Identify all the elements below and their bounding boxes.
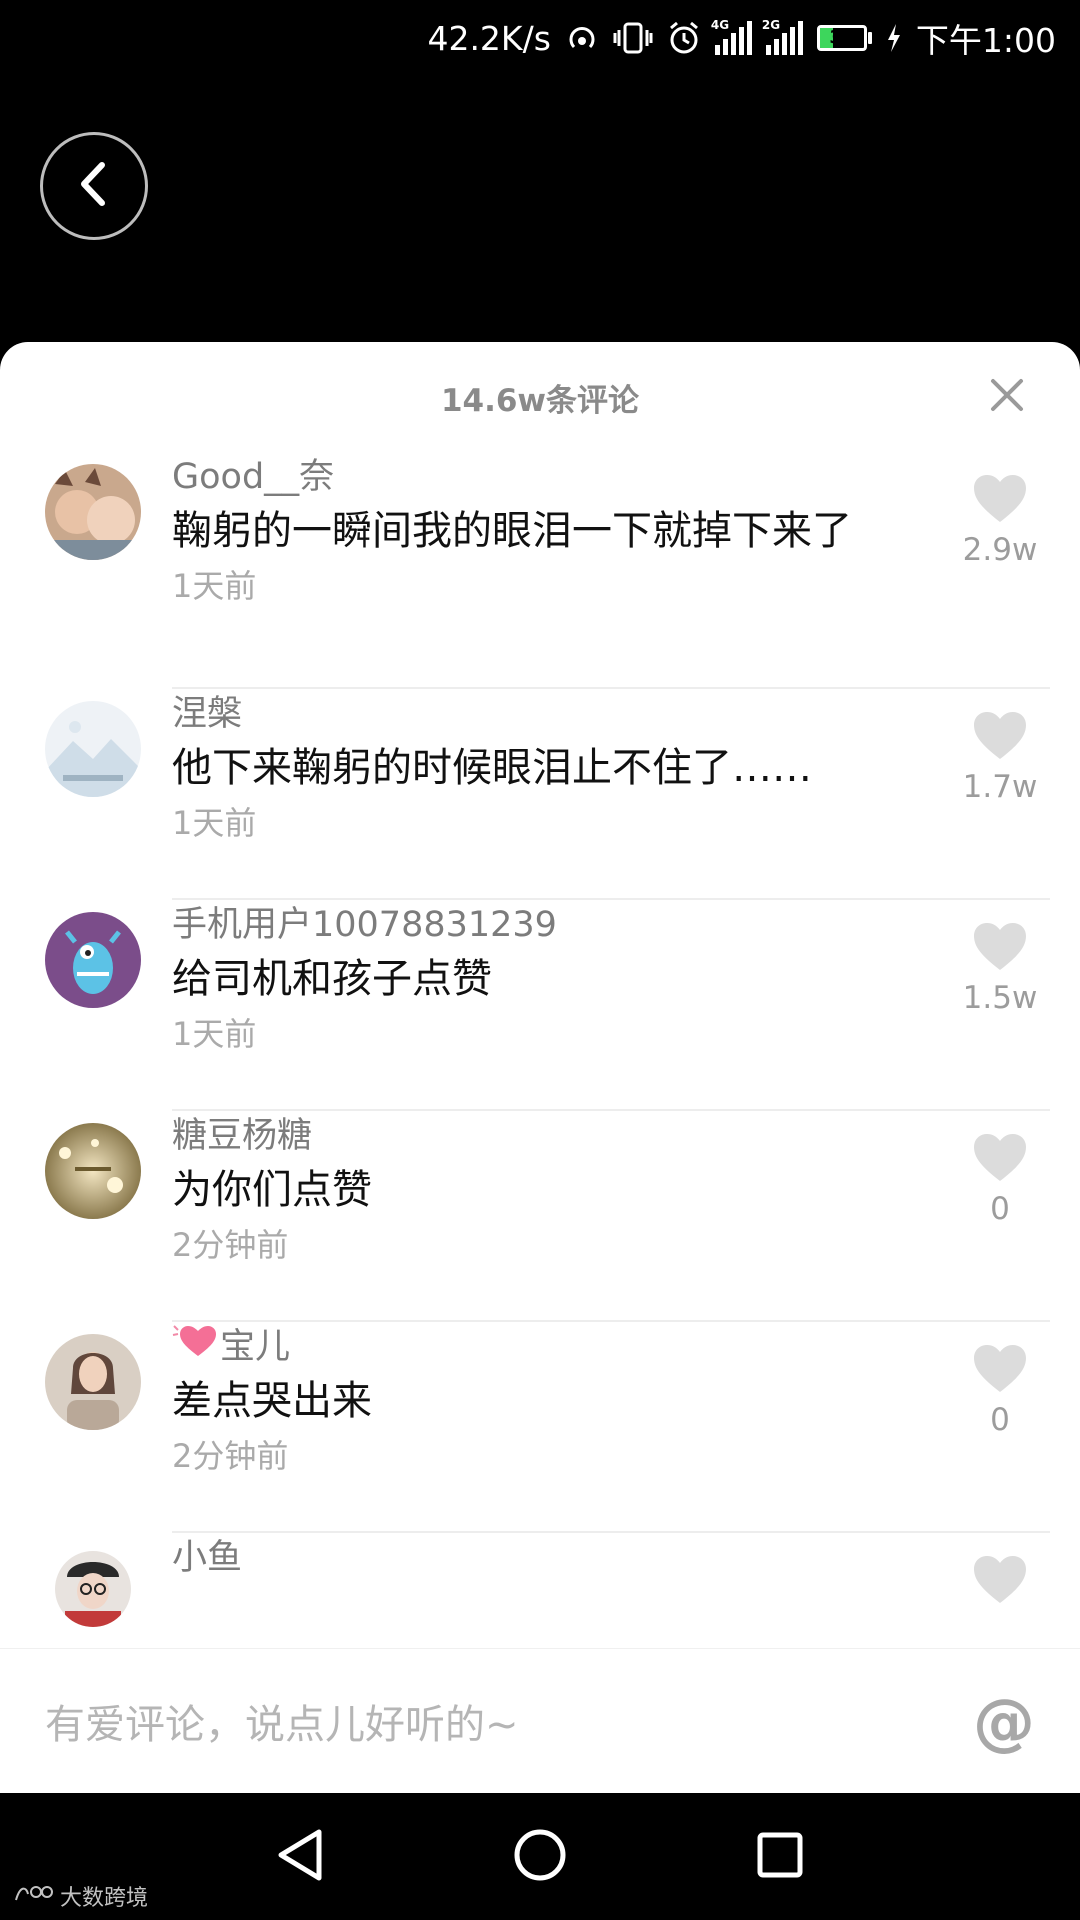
like-button[interactable]: 2.9w bbox=[950, 474, 1050, 568]
avatar[interactable] bbox=[45, 464, 141, 560]
like-button[interactable]: 1.5w bbox=[950, 922, 1050, 1016]
comment-username[interactable]: 手机用户10078831239 bbox=[172, 900, 872, 950]
like-count: 1.7w bbox=[962, 769, 1038, 805]
comment-text: 给司机和孩子点赞 bbox=[172, 956, 492, 1002]
comment-text: 他下来鞠躬的时候眼泪止不住了…… bbox=[172, 745, 812, 791]
heart-icon bbox=[972, 712, 1028, 765]
navigation-bar: 大数跨境 bbox=[0, 1793, 1080, 1920]
heart-icon bbox=[972, 923, 1028, 976]
comment-text: 鞠躬的一瞬间我的眼泪一下就掉下来了 bbox=[172, 508, 852, 554]
square-recents-icon bbox=[756, 1831, 804, 1883]
avatar[interactable] bbox=[45, 912, 141, 1008]
like-button[interactable]: 0 bbox=[950, 1344, 1050, 1438]
circle-home-icon bbox=[513, 1828, 567, 1886]
comment-item: Good__奈 鞠躬的一瞬间我的眼泪一下就掉下来了 1天前 2.9w bbox=[0, 452, 1080, 689]
comment-time: 2分钟前 bbox=[172, 1226, 289, 1264]
vibrate-icon bbox=[613, 21, 653, 55]
comment-item: 手机用户10078831239 给司机和孩子点赞 1天前 1.5w bbox=[0, 900, 1080, 1111]
comment-username[interactable]: Good__奈 bbox=[172, 452, 872, 502]
comment-body: 糖豆杨糖 为你们点赞 2分钟前 bbox=[172, 1111, 872, 1267]
avatar[interactable] bbox=[45, 1123, 141, 1219]
avatar[interactable] bbox=[45, 701, 141, 797]
signal-4g-icon: 4G bbox=[711, 19, 752, 55]
comment-text: 差点哭出来 bbox=[172, 1378, 372, 1424]
like-count: 0 bbox=[990, 1402, 1010, 1438]
nav-home-button[interactable] bbox=[512, 1829, 568, 1885]
alarm-icon bbox=[667, 21, 701, 55]
battery-icon: 30 bbox=[816, 25, 872, 51]
comment-username[interactable]: 小鱼 bbox=[172, 1533, 872, 1583]
comment-item: 小鱼 bbox=[0, 1533, 1080, 1648]
avatar[interactable] bbox=[45, 1334, 141, 1430]
comment-count-title: 14.6w条评论 bbox=[440, 382, 640, 419]
comment-list[interactable]: Good__奈 鞠躬的一瞬间我的眼泪一下就掉下来了 1天前 2.9w 涅槃 他下… bbox=[0, 452, 1080, 1648]
comment-item: 涅槃 他下来鞠躬的时候眼泪止不住了…… 1天前 1.7w bbox=[0, 689, 1080, 900]
nav-back-button[interactable] bbox=[272, 1829, 328, 1885]
like-button[interactable] bbox=[950, 1555, 1050, 1609]
comment-time: 1天前 bbox=[172, 567, 257, 605]
network-speed: 42.2K/s bbox=[427, 18, 551, 58]
triangle-back-icon bbox=[275, 1828, 325, 1886]
status-bar: 42.2K/s 4G 2G 30 下午1:00 bbox=[0, 0, 1080, 76]
comment-username[interactable]: 宝儿 bbox=[172, 1322, 872, 1372]
like-count: 0 bbox=[990, 1191, 1010, 1227]
mention-button[interactable]: @ bbox=[973, 1685, 1035, 1758]
heart-icon bbox=[972, 1345, 1028, 1398]
heart-icon bbox=[972, 475, 1028, 528]
comment-body: Good__奈 鞠躬的一瞬间我的眼泪一下就掉下来了 1天前 bbox=[172, 452, 872, 608]
watermark-logo-icon bbox=[14, 1882, 54, 1910]
charging-icon bbox=[886, 23, 902, 53]
comment-username[interactable]: 涅槃 bbox=[172, 689, 872, 739]
comments-sheet: 14.6w条评论 Good__奈 鞠躬的一瞬间我的眼泪一下就掉下来了 1天前 2… bbox=[0, 342, 1080, 1793]
avatar[interactable] bbox=[55, 1551, 131, 1627]
close-icon bbox=[990, 378, 1024, 416]
back-button[interactable] bbox=[40, 132, 148, 240]
chevron-left-icon bbox=[74, 159, 114, 213]
comment-text: 为你们点赞 bbox=[172, 1167, 372, 1213]
comment-body: 小鱼 bbox=[172, 1533, 872, 1585]
watermark: 大数跨境 bbox=[14, 1880, 148, 1912]
comment-time: 1天前 bbox=[172, 804, 257, 842]
clock: 下午1:00 bbox=[915, 21, 1056, 60]
hotspot-icon bbox=[565, 21, 599, 55]
comment-input-bar[interactable]: 有爱评论，说点儿好听的~ @ bbox=[0, 1648, 1080, 1793]
like-count: 2.9w bbox=[962, 532, 1038, 568]
comment-body: 手机用户10078831239 给司机和孩子点赞 1天前 bbox=[172, 900, 872, 1056]
like-count: 1.5w bbox=[962, 980, 1038, 1016]
comment-body: 涅槃 他下来鞠躬的时候眼泪止不住了…… 1天前 bbox=[172, 689, 872, 845]
like-button[interactable]: 1.7w bbox=[950, 711, 1050, 805]
comment-item: 宝儿 差点哭出来 2分钟前 0 bbox=[0, 1322, 1080, 1533]
heart-badge-icon bbox=[172, 1322, 216, 1372]
comment-time: 1天前 bbox=[172, 1015, 257, 1053]
sheet-header: 14.6w条评论 bbox=[0, 342, 1080, 452]
heart-icon bbox=[972, 1556, 1028, 1609]
comment-username[interactable]: 糖豆杨糖 bbox=[172, 1111, 872, 1161]
signal-2g-icon: 2G bbox=[762, 19, 803, 55]
nav-recents-button[interactable] bbox=[752, 1829, 808, 1885]
heart-icon bbox=[972, 1134, 1028, 1187]
like-button[interactable]: 0 bbox=[950, 1133, 1050, 1227]
comment-body: 宝儿 差点哭出来 2分钟前 bbox=[172, 1322, 872, 1478]
comment-time: 2分钟前 bbox=[172, 1437, 289, 1475]
close-button[interactable] bbox=[984, 374, 1030, 420]
comment-item: 糖豆杨糖 为你们点赞 2分钟前 0 bbox=[0, 1111, 1080, 1322]
comment-input[interactable]: 有爱评论，说点儿好听的~ bbox=[45, 1692, 973, 1750]
